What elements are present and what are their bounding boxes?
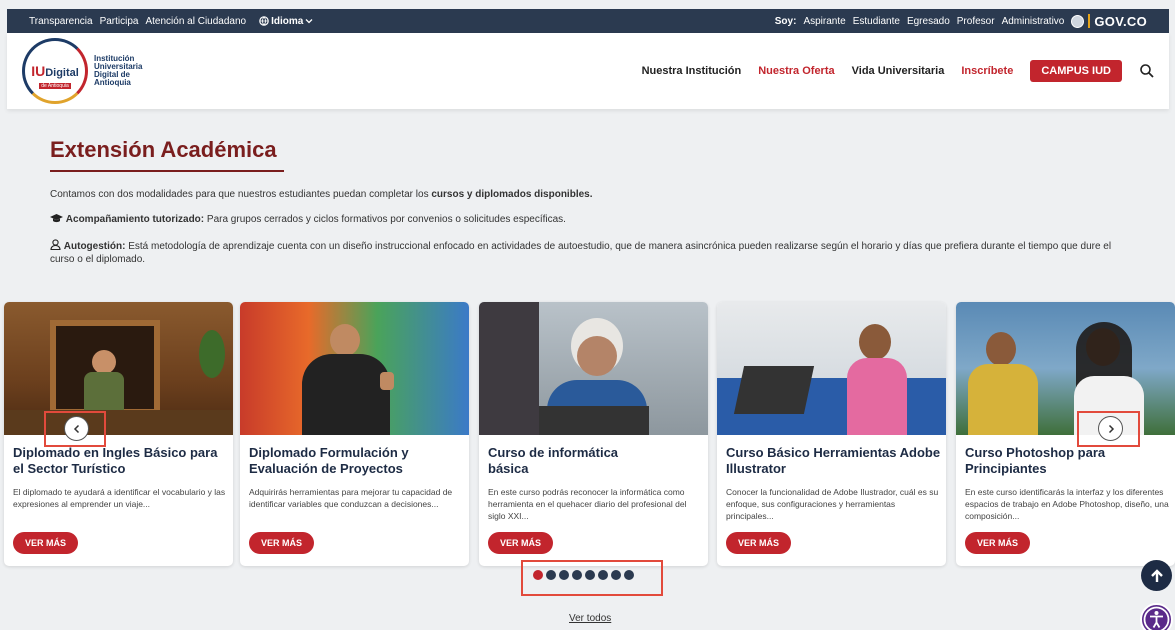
course-card[interactable]: Diplomado en Ingles Básico para el Secto…	[4, 302, 233, 566]
accessibility-icon	[1143, 606, 1170, 630]
logo-emblem: IUDigital de Antioquia	[22, 38, 88, 104]
intro-paragraph: Contamos con dos modalidades para que nu…	[50, 188, 593, 201]
ver-mas-button[interactable]: VER MÁS	[13, 532, 79, 554]
role-aspirante[interactable]: Aspirante	[803, 16, 845, 27]
intro-text: Contamos con dos modalidades para que nu…	[50, 189, 432, 200]
course-image	[717, 302, 946, 435]
chevron-down-icon	[305, 19, 313, 24]
top-bar-roles: Soy: Aspirante Estudiante Egresado Profe…	[775, 14, 1147, 29]
main-header: IUDigital de Antioquia Institución Unive…	[7, 33, 1169, 109]
highlight-dots	[521, 560, 663, 596]
auto-bold: Autogestión:	[63, 241, 126, 252]
highlight-next	[1077, 411, 1140, 447]
soy-label: Soy:	[774, 15, 797, 27]
nav-nuestra-oferta[interactable]: Nuestra Oferta	[758, 65, 834, 77]
course-image	[4, 302, 233, 435]
top-bar: Transparencia Participa Atención al Ciud…	[7, 9, 1169, 33]
search-icon[interactable]	[1139, 63, 1155, 79]
course-card[interactable]: Diplomado Formulación y Evaluación de Pr…	[240, 302, 469, 566]
top-bar-links: Transparencia Participa Atención al Ciud…	[29, 16, 313, 27]
course-title: Curso Básico Herramientas Adobe Illustra…	[726, 445, 941, 476]
nav-nuestra-institucion[interactable]: Nuestra Institución	[642, 65, 742, 77]
iud-logo[interactable]: IUDigital de Antioquia Institución Unive…	[22, 38, 174, 104]
course-description: El diplomado te ayudará a identificar el…	[13, 487, 226, 509]
colombia-seal-icon	[1071, 14, 1085, 28]
ver-mas-button[interactable]: VER MÁS	[249, 532, 315, 554]
ver-mas-button[interactable]: VER MÁS	[965, 532, 1031, 554]
gov-co-label: GOV.CO	[1094, 13, 1147, 29]
logo-mark-word: Digital	[45, 67, 79, 79]
course-title: Curso de informática básica	[488, 445, 619, 476]
topbar-link-transparencia[interactable]: Transparencia	[29, 16, 93, 27]
course-image	[956, 302, 1175, 435]
course-title: Diplomado en Ingles Básico para el Secto…	[13, 445, 218, 476]
intro-bold: cursos y diplomados disponibles.	[431, 189, 593, 200]
title-underline	[50, 170, 284, 172]
course-description: Adquirirás herramientas para mejorar tu …	[249, 487, 453, 509]
course-title: Diplomado Formulación y Evaluación de Pr…	[249, 445, 409, 476]
course-card[interactable]: Curso Básico Herramientas Adobe Illustra…	[717, 302, 946, 566]
gov-divider	[1088, 14, 1091, 28]
language-selector[interactable]: Idioma	[259, 16, 313, 27]
gov-co-link[interactable]: GOV.CO	[1071, 14, 1147, 29]
campus-iud-button[interactable]: CAMPUS IUD	[1030, 60, 1122, 82]
course-image	[479, 302, 708, 435]
tutor-bold: Acompañamiento tutorizado:	[65, 214, 205, 225]
logo-mark-iu: IU	[31, 63, 46, 79]
role-egresado[interactable]: Egresado	[907, 16, 950, 27]
tutor-paragraph: Acompañamiento tutorizado: Para grupos c…	[50, 213, 566, 226]
role-profesor[interactable]: Profesor	[957, 16, 995, 27]
user-icon	[50, 239, 61, 251]
course-description: Conocer la funcionalidad de Adobe Ilustr…	[726, 487, 939, 521]
page-title: Extensión Académica	[50, 137, 277, 162]
auto-text: Está metodología de aprendizaje cuenta c…	[50, 241, 1112, 265]
ver-todos-link[interactable]: Ver todos	[569, 613, 611, 624]
tutor-text: Para grupos cerrados y ciclos formativos…	[204, 214, 566, 225]
course-image	[240, 302, 469, 435]
course-description: En este curso identificarás la interfaz …	[965, 487, 1169, 521]
graduation-cap-icon	[50, 214, 63, 223]
main-nav: Nuestra Institución Nuestra Oferta Vida …	[642, 60, 1155, 82]
logo-line-4: Antioquia	[94, 78, 131, 87]
ver-mas-button[interactable]: VER MÁS	[726, 532, 792, 554]
globe-icon	[259, 16, 269, 26]
scroll-to-top-button[interactable]	[1141, 560, 1172, 591]
nav-inscribete[interactable]: Inscríbete	[961, 65, 1013, 77]
auto-paragraph: Autogestión: Está metodología de aprendi…	[50, 239, 1120, 266]
accessibility-button[interactable]	[1140, 603, 1173, 630]
course-description: En este curso podrás reconocer la inform…	[488, 487, 687, 521]
logo-mark: IUDigital	[31, 63, 79, 79]
course-card[interactable]: Curso de informática básica En este curs…	[479, 302, 708, 566]
language-label: Idioma	[271, 15, 304, 27]
role-estudiante[interactable]: Estudiante	[853, 16, 900, 27]
nav-vida-universitaria[interactable]: Vida Universitaria	[852, 65, 945, 77]
topbar-link-atencion[interactable]: Atención al Ciudadano	[145, 16, 246, 27]
logo-subtitle: de Antioquia	[39, 83, 71, 89]
logo-text: Institución Universitaria Digital de Ant…	[94, 55, 174, 87]
course-card[interactable]: Curso Photoshop para Principiantes En es…	[956, 302, 1175, 566]
highlight-prev	[44, 411, 106, 447]
course-title: Curso Photoshop para Principiantes	[965, 445, 1106, 476]
role-administrativo[interactable]: Administrativo	[1002, 16, 1065, 27]
ver-mas-button[interactable]: VER MÁS	[488, 532, 554, 554]
arrow-up-icon	[1150, 568, 1163, 582]
topbar-link-participa[interactable]: Participa	[100, 16, 139, 27]
